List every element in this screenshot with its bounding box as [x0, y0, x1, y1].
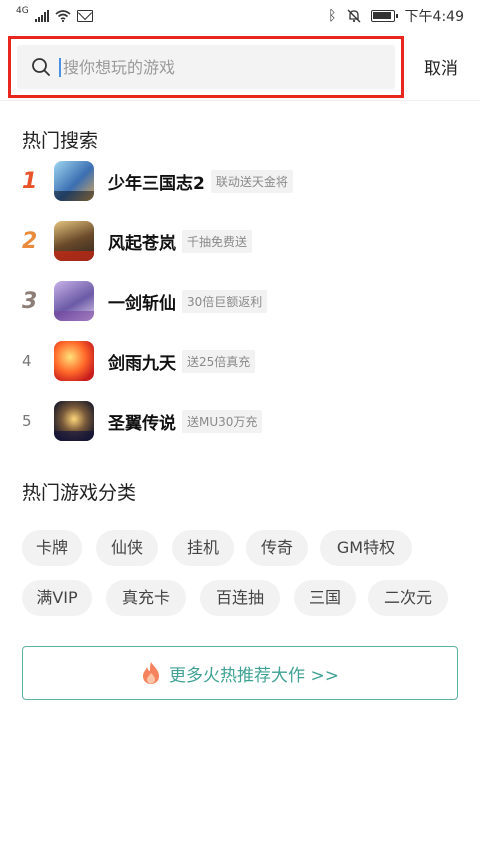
category-chip[interactable]: 卡牌: [22, 530, 82, 566]
game-icon: [54, 281, 94, 321]
game-name: 剑雨九天: [108, 353, 176, 374]
category-chip[interactable]: 挂机: [172, 530, 234, 566]
game-tag: 联动送天金将: [210, 169, 293, 193]
rank-number: 1: [22, 168, 38, 194]
game-name: 少年三国志2: [108, 173, 205, 194]
flame-icon: [143, 662, 160, 684]
search-header: 取消: [0, 36, 480, 98]
search-field[interactable]: [17, 45, 395, 89]
network-type: 4G: [16, 6, 29, 16]
search-box-highlight: [8, 36, 404, 98]
categories-title: 热门游戏分类: [22, 482, 137, 504]
signal-icon: [34, 10, 49, 22]
hot-item-5[interactable]: 5 圣翼传说 送MU30万充: [0, 396, 480, 446]
game-icon: [54, 161, 94, 201]
header-divider: [0, 100, 480, 101]
game-tag: 30倍巨额返利: [182, 289, 268, 313]
hot-item-2[interactable]: 2 风起苍岚 千抽免费送: [0, 216, 480, 266]
status-left: 4G: [0, 6, 93, 22]
category-chip[interactable]: GM特权: [320, 530, 412, 566]
game-name: 圣翼传说: [108, 413, 176, 434]
category-chip[interactable]: 传奇: [246, 530, 308, 566]
category-chip[interactable]: 百连抽: [200, 580, 280, 616]
more-recommendations-button[interactable]: 更多火热推荐大作 >>: [22, 646, 458, 700]
game-icon: [54, 341, 94, 381]
battery-icon: [370, 10, 398, 22]
game-icon: [54, 401, 94, 441]
search-input[interactable]: [59, 57, 363, 77]
more-button-label: 更多火热推荐大作 >>: [169, 665, 339, 686]
mute-bell-icon: [347, 9, 361, 23]
hot-item-1[interactable]: 1 少年三国志2 联动送天金将: [0, 156, 480, 206]
game-name: 风起苍岚: [108, 233, 176, 254]
hot-search-title: 热门搜索: [22, 130, 99, 152]
status-bar: 4G ᛒ 下午4:49: [0, 0, 480, 32]
mail-icon: [76, 10, 93, 22]
wifi-icon: [55, 10, 71, 22]
rank-number: 2: [22, 228, 38, 254]
category-chip[interactable]: 仙侠: [96, 530, 158, 566]
category-chip[interactable]: 三国: [294, 580, 356, 616]
rank-number: 3: [22, 288, 38, 314]
game-name: 一剑斩仙: [108, 293, 176, 314]
status-right: ᛒ 下午4:49: [328, 6, 480, 26]
rank-number: 4: [22, 352, 32, 370]
cancel-button[interactable]: 取消: [424, 54, 458, 79]
game-icon: [54, 221, 94, 261]
hot-item-3[interactable]: 3 一剑斩仙 30倍巨额返利: [0, 276, 480, 326]
rank-number: 5: [22, 412, 32, 430]
clock: 下午4:49: [404, 9, 464, 25]
game-tag: 千抽免费送: [182, 229, 253, 253]
hot-item-4[interactable]: 4 剑雨九天 送25倍真充: [0, 336, 480, 386]
game-tag: 送25倍真充: [182, 349, 256, 373]
category-chip[interactable]: 二次元: [368, 580, 448, 616]
game-tag: 送MU30万充: [182, 409, 263, 433]
bluetooth-icon: ᛒ: [328, 8, 337, 24]
search-icon: [32, 58, 50, 76]
category-chip[interactable]: 真充卡: [106, 580, 186, 616]
category-chip[interactable]: 满VIP: [22, 580, 92, 616]
